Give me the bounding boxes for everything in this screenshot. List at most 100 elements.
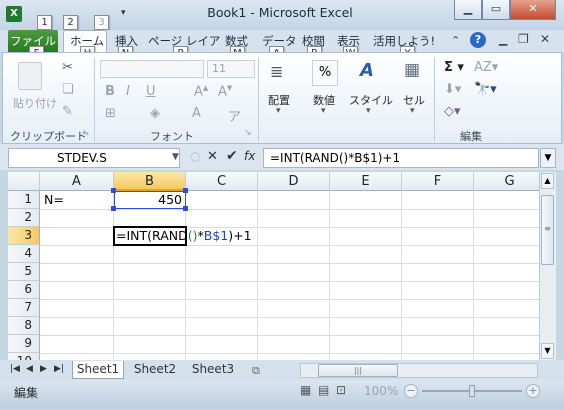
collapse-dots-icon[interactable]: ◌ bbox=[190, 149, 200, 163]
insert-function-icon[interactable]: fx bbox=[244, 149, 255, 163]
paste-icon[interactable] bbox=[18, 62, 42, 90]
percent-symbol: % bbox=[318, 65, 332, 80]
range-handle-icon[interactable] bbox=[183, 206, 188, 211]
doc-close-icon[interactable]: ✕ bbox=[540, 32, 550, 46]
range-handle-icon[interactable] bbox=[111, 188, 116, 193]
column-header-b[interactable]: B bbox=[114, 172, 186, 191]
zoom-in-icon[interactable]: + bbox=[526, 384, 540, 398]
range-handle-icon[interactable] bbox=[183, 188, 188, 193]
scroll-down-icon[interactable]: ▼ bbox=[541, 343, 554, 359]
column-header-a[interactable]: A bbox=[40, 172, 114, 191]
minimize-button[interactable]: ▁ bbox=[454, 0, 482, 20]
column-header-e[interactable]: E bbox=[330, 172, 402, 191]
font-name-box[interactable] bbox=[100, 60, 204, 78]
name-box-dropdown-icon[interactable]: ▼ bbox=[172, 152, 179, 162]
styles-icon[interactable]: A bbox=[360, 60, 374, 81]
row-header-5[interactable]: 5 bbox=[8, 263, 40, 281]
help-icon[interactable]: ? bbox=[470, 32, 486, 48]
sheet-tab-1[interactable]: Sheet1 bbox=[72, 361, 124, 379]
autosum-icon[interactable]: Σ ▾ bbox=[444, 60, 464, 75]
excel-logo-icon[interactable]: X bbox=[6, 6, 22, 22]
styles-dropdown-icon[interactable]: ▾ bbox=[366, 106, 371, 116]
column-header-d[interactable]: D bbox=[258, 172, 330, 191]
name-box[interactable]: STDEV.S bbox=[8, 148, 180, 168]
row-header-6[interactable]: 6 bbox=[8, 281, 40, 299]
doc-minimize-icon[interactable]: ▁ bbox=[499, 33, 507, 46]
expand-formula-bar-icon[interactable]: ▼ bbox=[540, 148, 556, 168]
zoom-out-icon[interactable]: − bbox=[404, 384, 418, 398]
italic-icon[interactable]: I bbox=[126, 84, 130, 99]
cell-b1[interactable]: 450 bbox=[114, 191, 186, 209]
enter-icon[interactable]: ✔ bbox=[226, 148, 238, 164]
percent-icon[interactable]: % bbox=[312, 60, 338, 86]
sheet-nav-first-icon[interactable]: |◀ bbox=[10, 364, 20, 374]
font-launcher-icon[interactable]: ↘ bbox=[244, 128, 252, 138]
cut-icon[interactable]: ✂ bbox=[62, 60, 73, 75]
worksheet-grid[interactable]: A B C D E F G 1 2 3 4 5 6 7 8 9 10 N= 45… bbox=[8, 172, 539, 360]
clear-icon[interactable]: ◇▾ bbox=[444, 104, 461, 119]
number-dropdown-icon[interactable]: ▾ bbox=[321, 106, 326, 116]
formula-part-parens: () bbox=[187, 228, 198, 243]
normal-view-icon[interactable]: ▦ bbox=[300, 383, 311, 397]
row-header-9[interactable]: 9 bbox=[8, 335, 40, 353]
sort-filter-icon[interactable]: AZ▾ bbox=[474, 60, 498, 75]
sheet-nav-next-icon[interactable]: ▶ bbox=[40, 364, 47, 374]
row-header-4[interactable]: 4 bbox=[8, 245, 40, 263]
doc-restore-icon[interactable]: ❐ bbox=[518, 32, 529, 46]
cells-icon[interactable]: ▦ bbox=[404, 60, 420, 80]
row-header-8[interactable]: 8 bbox=[8, 317, 40, 335]
format-painter-icon[interactable]: ✎ bbox=[62, 104, 73, 119]
borders-icon[interactable]: ⊞ bbox=[105, 106, 116, 121]
cell-a1[interactable]: N= bbox=[44, 191, 64, 209]
page-layout-view-icon[interactable]: ▤ bbox=[318, 383, 329, 397]
bold-icon[interactable]: B bbox=[105, 84, 115, 99]
range-handle-icon[interactable] bbox=[111, 206, 116, 211]
column-header-g[interactable]: G bbox=[474, 172, 539, 191]
font-size-value: 11 bbox=[212, 62, 226, 75]
maximize-button[interactable]: ▭ bbox=[482, 0, 510, 20]
find-select-icon[interactable]: 🔭▾ bbox=[474, 82, 497, 97]
alignment-icon[interactable]: ≣ bbox=[270, 62, 283, 81]
zoom-slider-thumb[interactable] bbox=[469, 385, 475, 397]
row-header-2[interactable]: 2 bbox=[8, 209, 40, 227]
sheet-tab-2[interactable]: Sheet2 bbox=[128, 361, 182, 379]
select-all-corner[interactable] bbox=[8, 172, 40, 191]
underline-icon[interactable]: U bbox=[146, 84, 156, 99]
sheet-nav-last-icon[interactable]: ▶| bbox=[54, 364, 64, 374]
horizontal-scroll-thumb[interactable]: ||| bbox=[318, 364, 398, 377]
alignment-dropdown-icon[interactable]: ▾ bbox=[276, 106, 281, 116]
formula-part-ref: B$1 bbox=[203, 228, 229, 243]
formula-input[interactable]: =INT(RAND()*B$1)+1 bbox=[263, 148, 539, 168]
sheet-tab-3[interactable]: Sheet3 bbox=[186, 361, 240, 379]
vertical-scroll-thumb[interactable]: ≡ bbox=[541, 195, 554, 265]
close-button[interactable]: ✕ bbox=[510, 0, 556, 20]
group-separator bbox=[434, 58, 435, 142]
customize-qat-icon[interactable]: ▾ bbox=[121, 8, 126, 18]
fill-color-icon[interactable]: ◈ bbox=[150, 106, 160, 121]
cancel-icon[interactable]: ✕ bbox=[207, 149, 218, 164]
cells-dropdown-icon[interactable]: ▾ bbox=[410, 106, 415, 116]
zoom-level[interactable]: 100% bbox=[364, 384, 398, 398]
formula-part-func: =INT(RAND bbox=[116, 228, 188, 243]
shrink-font-icon[interactable]: A▼ bbox=[218, 84, 232, 99]
sheet-nav-prev-icon[interactable]: ◀ bbox=[26, 364, 33, 374]
new-sheet-icon[interactable]: ⧉ bbox=[252, 364, 260, 378]
page-break-view-icon[interactable]: ⊡ bbox=[336, 383, 346, 397]
paste-button[interactable]: 貼り付け bbox=[13, 95, 57, 111]
clipboard-launcher-icon[interactable]: ↘ bbox=[82, 128, 90, 138]
column-header-c[interactable]: C bbox=[186, 172, 258, 191]
styles-button[interactable]: スタイル bbox=[349, 92, 393, 108]
cell-b3-formula[interactable]: =INT(RAND()*B$1)+1 bbox=[116, 227, 252, 245]
column-header-f[interactable]: F bbox=[402, 172, 474, 191]
row-header-10[interactable]: 10 bbox=[8, 353, 40, 360]
grow-font-icon[interactable]: A▲ bbox=[194, 84, 208, 99]
fill-icon[interactable]: ⬇▾ bbox=[444, 82, 461, 97]
font-color-icon[interactable]: A bbox=[192, 106, 201, 121]
row-header-1[interactable]: 1 bbox=[8, 191, 40, 209]
copy-icon[interactable]: ❏ bbox=[62, 82, 74, 97]
ribbon-collapse-icon[interactable]: ⌃ bbox=[451, 34, 460, 47]
scroll-up-icon[interactable]: ▲ bbox=[541, 173, 554, 189]
row-header-7[interactable]: 7 bbox=[8, 299, 40, 317]
phonetic-icon[interactable]: ア bbox=[228, 106, 241, 125]
row-header-3[interactable]: 3 bbox=[8, 227, 40, 245]
